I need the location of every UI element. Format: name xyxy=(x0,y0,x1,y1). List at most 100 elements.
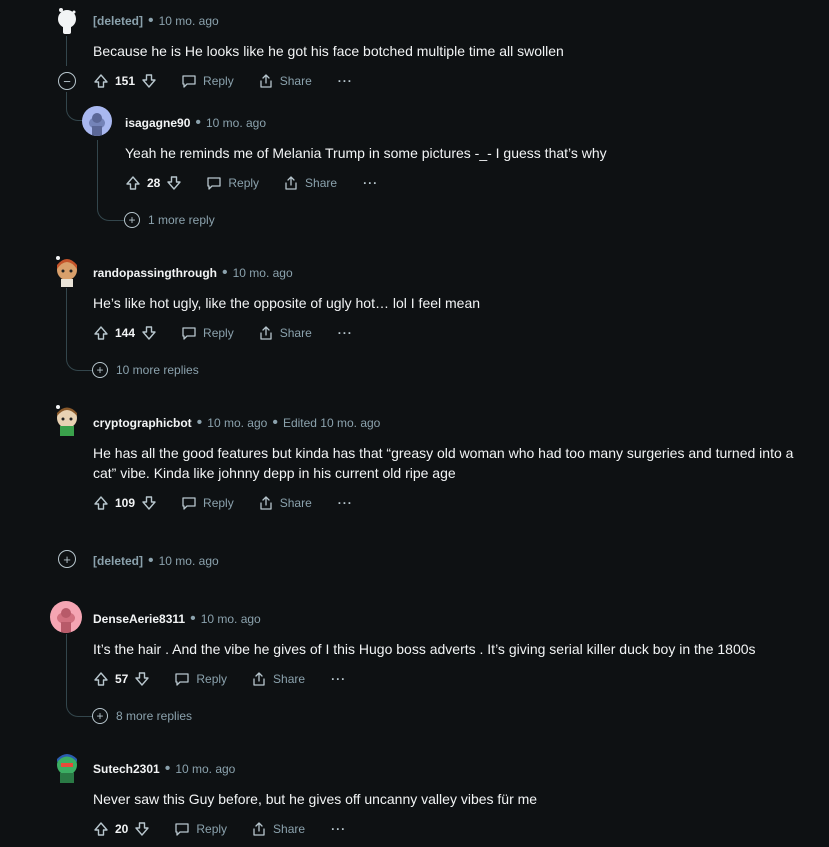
thread-line xyxy=(66,92,83,121)
vote-count: 144 xyxy=(115,326,136,340)
thread-line xyxy=(97,196,124,221)
comment-body: Yeah he reminds me of Melania Trump in s… xyxy=(125,145,607,161)
more-replies-button[interactable]: +8 more replies xyxy=(92,708,192,724)
comment-icon xyxy=(175,673,190,686)
downvote-icon[interactable] xyxy=(134,671,150,687)
comment-icon xyxy=(182,497,196,510)
vote-count: 151 xyxy=(115,74,136,88)
upvote-icon[interactable] xyxy=(125,175,141,191)
comment-author: [deleted] xyxy=(93,554,144,568)
thread-line xyxy=(66,634,67,694)
upvote-icon[interactable] xyxy=(93,495,109,511)
comment-time: 10 mo. ago xyxy=(158,14,219,28)
reply-button[interactable]: Reply xyxy=(181,325,234,341)
share-icon xyxy=(260,74,272,88)
share-icon xyxy=(260,326,272,340)
more-options-button[interactable]: ··· xyxy=(331,672,346,686)
share-button[interactable]: Share xyxy=(251,671,305,687)
vote-count: 28 xyxy=(147,176,161,190)
comment-author[interactable]: randopassingthrough xyxy=(93,266,217,280)
comment-action-bar: 57 Reply Share ··· xyxy=(93,669,346,689)
comment-author[interactable]: Sutech2301 xyxy=(93,762,160,776)
share-button[interactable]: Share xyxy=(251,821,305,837)
plus-circle-icon: + xyxy=(92,708,108,724)
comment-header: DenseAerie8311 • 10 mo. ago xyxy=(93,610,261,627)
share-icon xyxy=(260,496,272,510)
more-replies-button[interactable]: +1 more reply xyxy=(124,212,215,228)
share-button[interactable]: Share xyxy=(258,73,312,89)
comment-edited: Edited 10 mo. ago xyxy=(282,416,381,430)
upvote-icon[interactable] xyxy=(93,325,109,341)
thread-line xyxy=(97,140,98,200)
avatar[interactable] xyxy=(82,106,112,136)
thread-line xyxy=(66,288,67,348)
snoo-avatar-icon xyxy=(89,113,105,136)
comment-author[interactable]: isagagne90 xyxy=(125,116,190,130)
comment-author[interactable]: cryptographicbot xyxy=(93,416,192,430)
comment-time: 10 mo. ago xyxy=(207,416,268,430)
downvote-icon[interactable] xyxy=(141,495,157,511)
comment-header: cryptographicbot • 10 mo. ago • Edited 10 mo… xyxy=(93,414,381,431)
share-icon xyxy=(253,672,265,686)
share-button[interactable]: Share xyxy=(258,495,312,511)
more-options-button[interactable]: ··· xyxy=(331,822,346,836)
reply-button[interactable]: Reply xyxy=(174,821,227,837)
vote-count: 109 xyxy=(115,496,136,510)
more-options-button[interactable]: ··· xyxy=(338,326,353,340)
comment-time: 10 mo. ago xyxy=(232,266,293,280)
reply-button[interactable]: Reply xyxy=(181,495,234,511)
comment-header: [deleted] • 10 mo. ago xyxy=(93,552,219,569)
share-icon xyxy=(285,176,297,190)
thread-line xyxy=(66,36,67,66)
avatar[interactable] xyxy=(54,6,80,36)
upvote-icon[interactable] xyxy=(93,73,109,89)
comment-body: Because he is He looks like he got his f… xyxy=(93,43,564,59)
comment-time: 10 mo. ago xyxy=(200,612,261,626)
share-icon xyxy=(253,822,265,836)
share-button[interactable]: Share xyxy=(258,325,312,341)
comment-body: He has all the good features but kinda h… xyxy=(93,445,794,481)
avatar[interactable] xyxy=(52,404,82,436)
reply-button[interactable]: Reply xyxy=(181,73,234,89)
expand-thread-button[interactable]: + xyxy=(58,550,76,568)
comment-action-bar: 109 Reply Share ··· xyxy=(93,493,353,513)
thread-line xyxy=(66,690,93,717)
comment-action-bar: 28 Reply Share ··· xyxy=(125,173,378,193)
comment-body: Never saw this Guy before, but he gives … xyxy=(93,791,538,807)
more-options-button[interactable]: ··· xyxy=(363,176,378,190)
reply-button[interactable]: Reply xyxy=(174,671,227,687)
comment-body: It’s the hair . And the vibe he gives of… xyxy=(93,641,756,657)
upvote-icon[interactable] xyxy=(93,821,109,837)
plus-circle-icon: + xyxy=(92,362,108,378)
comment-body: He’s like hot ugly, like the opposite of… xyxy=(93,295,481,311)
comment-icon xyxy=(182,75,196,88)
collapse-thread-button[interactable]: − xyxy=(58,72,76,90)
reply-button[interactable]: Reply xyxy=(206,175,259,191)
downvote-icon[interactable] xyxy=(141,325,157,341)
comment-author[interactable]: DenseAerie8311 xyxy=(93,612,185,626)
plus-circle-icon: + xyxy=(124,212,140,228)
downvote-icon[interactable] xyxy=(141,73,157,89)
vote-count: 57 xyxy=(115,672,129,686)
avatar[interactable] xyxy=(52,255,82,287)
snoo-avatar-icon xyxy=(57,754,77,783)
upvote-icon[interactable] xyxy=(93,671,109,687)
deleted-user-icon xyxy=(58,8,76,34)
comment-action-bar: 20 Reply Share ··· xyxy=(93,819,346,839)
comment-header: Sutech2301 • 10 mo. ago xyxy=(93,760,236,777)
comment-icon xyxy=(207,177,222,190)
share-button[interactable]: Share xyxy=(283,175,337,191)
downvote-icon[interactable] xyxy=(166,175,182,191)
comment-icon xyxy=(182,327,196,340)
comment-action-bar: 151 Reply Share ··· xyxy=(93,71,353,91)
snoo-avatar-icon xyxy=(56,405,77,436)
avatar[interactable] xyxy=(52,751,82,783)
more-options-button[interactable]: ··· xyxy=(338,496,353,510)
comment-time: 10 mo. ago xyxy=(205,116,267,130)
more-replies-button[interactable]: +10 more replies xyxy=(92,362,199,378)
vote-count: 20 xyxy=(115,822,129,836)
avatar[interactable] xyxy=(50,601,82,633)
comment-header: [deleted] • 10 mo. ago xyxy=(93,12,219,29)
downvote-icon[interactable] xyxy=(134,821,150,837)
more-options-button[interactable]: ··· xyxy=(338,74,353,88)
